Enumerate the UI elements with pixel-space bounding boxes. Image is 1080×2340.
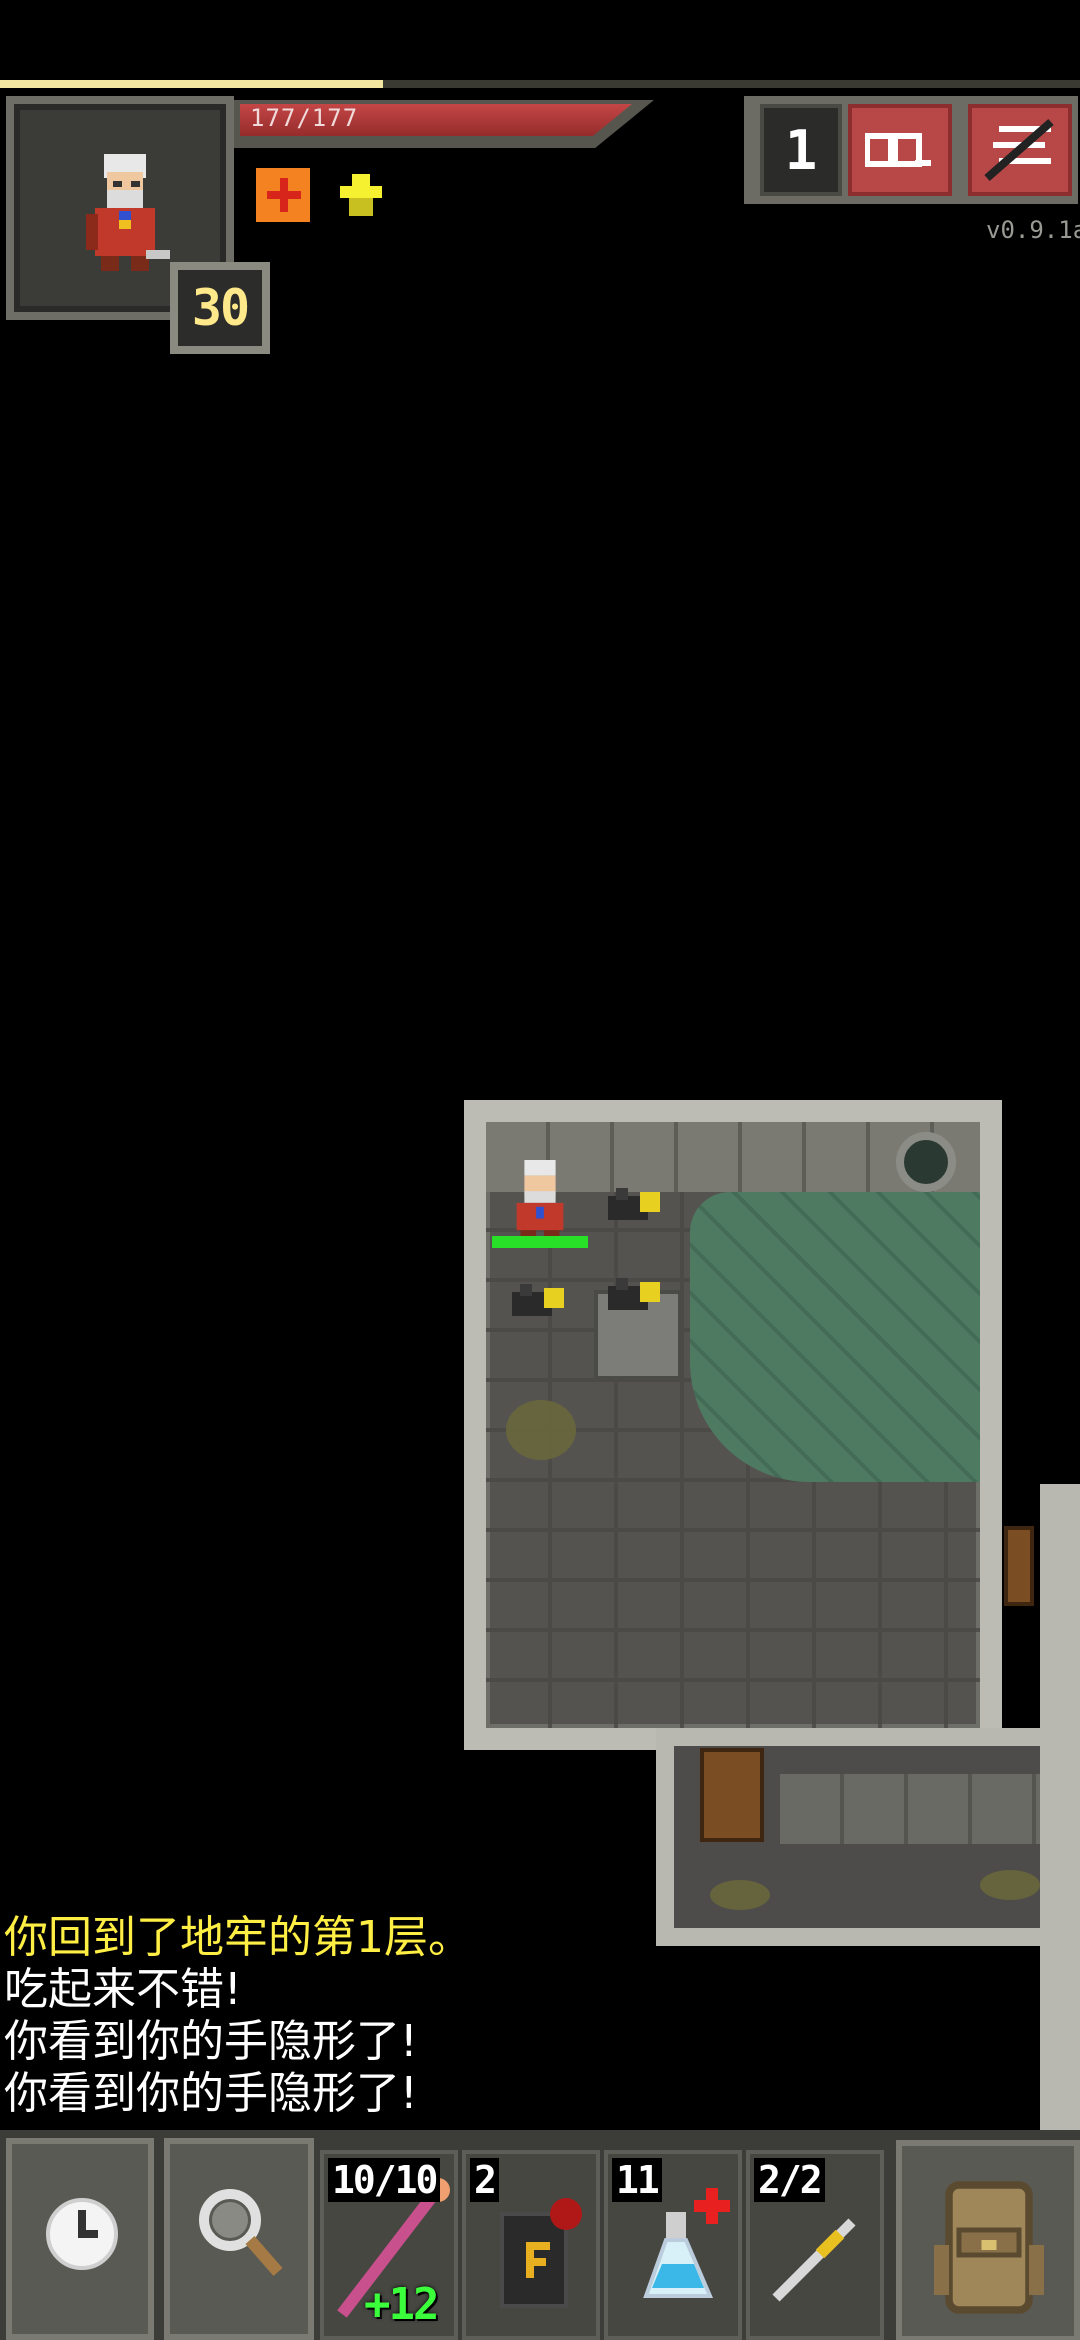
wait-button[interactable] (6, 2138, 154, 2340)
journal-icon (865, 133, 931, 167)
search-button[interactable] (164, 2138, 314, 2340)
experience-bar (0, 80, 1080, 88)
log-message: 你看到你的手隐形了! (4, 2016, 418, 2067)
darts-icon (772, 2218, 856, 2302)
quickslot-upgrade-bonus: +12 (364, 2279, 439, 2330)
east-wall (1040, 1484, 1080, 2150)
quickslot-tome[interactable]: 2 (462, 2150, 600, 2340)
log-message: 你回到了地牢的第1层。 (4, 1912, 472, 1963)
rat-enemy[interactable] (604, 1180, 664, 1228)
log-message: 吃起来不错! (4, 1964, 242, 2015)
quickslot-charges: 2/2 (754, 2158, 825, 2202)
hp-text: 177/177 (250, 104, 359, 132)
quickslot-charges: 10/10 (328, 2158, 441, 2202)
hero-portrait-sprite (86, 154, 170, 271)
quickslot-potion[interactable]: 11 (604, 2150, 742, 2340)
rat-enemy[interactable] (508, 1276, 568, 1324)
quickslot-wand[interactable]: 10/10 +12 (320, 2150, 458, 2340)
water-pool[interactable] (690, 1192, 980, 1482)
quickslot-quantity: 2 (470, 2158, 499, 2202)
game-log: 你回到了地牢的第1层。 吃起来不错! 你看到你的手隐形了! 你看到你的手隐形了! (4, 1912, 704, 2120)
quickslot-darts[interactable]: 2/2 (746, 2150, 884, 2340)
grass-tile (506, 1400, 576, 1460)
quickslot-quantity: 11 (612, 2158, 662, 2202)
hero-level-badge: 30 (170, 262, 270, 354)
rat-enemy[interactable] (604, 1270, 664, 1318)
tome-icon (500, 2198, 582, 2308)
clock-icon (46, 2198, 118, 2270)
experience-bar-fill (0, 80, 384, 88)
potion-icon (643, 2188, 730, 2298)
corridor-wall (780, 1774, 1080, 1844)
grass-tile (710, 1880, 770, 1910)
log-message: 你看到你的手隐形了! (4, 2068, 418, 2119)
grass-tile (980, 1870, 1040, 1900)
hero-character[interactable] (508, 1160, 572, 1238)
menu-icon (984, 118, 1054, 182)
menu-button[interactable] (968, 104, 1072, 196)
depth-indicator-button[interactable]: 1 (760, 104, 842, 196)
magnifier-icon (199, 2189, 283, 2276)
backpack-icon (934, 2181, 1044, 2314)
wooden-door-east[interactable] (1004, 1526, 1034, 1606)
hero-health-bar (492, 1236, 588, 1248)
sewer-well[interactable] (896, 1132, 956, 1192)
backpack-button[interactable] (896, 2140, 1080, 2340)
journal-button[interactable] (848, 104, 952, 196)
health-regen-buff-icon[interactable] (256, 168, 310, 222)
version-label: v0.9.1a (986, 216, 1080, 244)
wooden-door[interactable] (700, 1748, 764, 1842)
level-up-buff-icon[interactable] (334, 168, 388, 222)
